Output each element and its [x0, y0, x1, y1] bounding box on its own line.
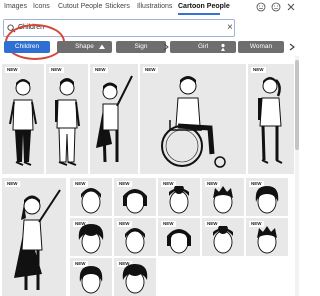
filter-chip-label: Woman [249, 43, 273, 50]
gallery-card-curly-hair-head[interactable]: NEW [70, 218, 112, 256]
person-in-wheelchair-icon [161, 76, 226, 168]
gallery-card-wavy-hair-head[interactable]: NEW [246, 178, 288, 216]
gallery-card-short-hair-head[interactable]: NEW [70, 178, 112, 216]
afro-hair-head-icon [79, 266, 103, 294]
tab-images[interactable]: Images [4, 3, 27, 10]
bob-hair-head-icon [123, 189, 147, 214]
wavy-hair-head-icon [255, 186, 279, 214]
close-icon[interactable] [286, 2, 296, 12]
tab-cartoon-people[interactable]: Cartoon People [178, 3, 230, 10]
more-filters-icon[interactable] [288, 43, 296, 51]
curly-hair-head-icon [78, 224, 104, 254]
boy-in-shirt-icon [9, 79, 37, 166]
girl-icon [221, 43, 225, 51]
caped-girl-pointing-icon [14, 189, 61, 290]
gallery-card-short-hair-head-2[interactable]: NEW [202, 218, 244, 256]
caped-kid-pointing-icon [96, 75, 133, 163]
gallery-card-bun-hair-head[interactable]: NEW [158, 178, 200, 216]
short-hair-head-icon [81, 188, 101, 214]
boy-with-backpack-icon [55, 78, 80, 166]
filter-chip-label: Shape [75, 43, 94, 50]
filter-chip-sign[interactable]: Sign [116, 41, 166, 53]
gallery-card-boy-with-backpack[interactable]: NEW [46, 64, 88, 174]
clear-search-icon[interactable]: × [227, 23, 233, 33]
girl-with-backpack-icon [258, 77, 283, 164]
side-part-head-icon [125, 228, 145, 254]
bob-hair-head-2-icon [257, 226, 277, 254]
smiley-icon[interactable] [256, 2, 266, 12]
active-tab-indicator [178, 13, 220, 15]
filter-chip-woman[interactable]: Woman [238, 41, 284, 53]
scrollbar[interactable] [295, 56, 299, 296]
frowny-icon[interactable] [271, 2, 281, 12]
spiky-hair-head-icon [213, 186, 233, 214]
quiff-hair-head-icon [122, 264, 148, 294]
gallery-card-side-part-head[interactable]: NEW [114, 218, 156, 256]
flat-top-head-icon [167, 229, 191, 254]
scrollbar-thumb[interactable] [295, 60, 299, 150]
filter-chip-label: Sign [134, 43, 148, 50]
tab-stickers[interactable]: Stickers [105, 3, 130, 10]
gallery-card-spiky-hair-head[interactable]: NEW [202, 178, 244, 216]
filter-chip-children[interactable]: Children [4, 41, 50, 53]
gallery-card-caped-kid-pointing[interactable]: NEW [90, 64, 138, 174]
gallery-card-boy-in-shirt[interactable]: NEW [2, 64, 44, 174]
tab-illustrations[interactable]: Illustrations [137, 3, 172, 10]
tab-icons[interactable]: Icons [33, 3, 50, 10]
gallery-card-caped-girl-pointing[interactable]: NEW [2, 178, 66, 296]
gallery-card-girl-with-backpack[interactable]: NEW [248, 64, 294, 174]
gallery-card-person-in-wheelchair[interactable]: NEW [140, 64, 246, 174]
gallery-card-flat-top-head[interactable]: NEW [158, 218, 200, 256]
category-tabs: Images Icons Cutout People Stickers Illu… [0, 0, 300, 16]
gallery-card-afro-hair-head[interactable]: NEW [70, 258, 112, 296]
gallery-card-quiff-hair-head[interactable]: NEW [114, 258, 156, 296]
gallery-card-bob-hair-head[interactable]: NEW [114, 178, 156, 216]
short-hair-head-2-icon [213, 226, 233, 254]
filter-chip-label: Girl [197, 43, 209, 50]
tab-cutout-people[interactable]: Cutout People [58, 3, 102, 10]
shape-icon [99, 44, 105, 49]
sign-icon [163, 43, 169, 51]
gallery-card-bob-hair-head-2[interactable]: NEW [246, 218, 288, 256]
bun-hair-head-icon [169, 186, 189, 214]
